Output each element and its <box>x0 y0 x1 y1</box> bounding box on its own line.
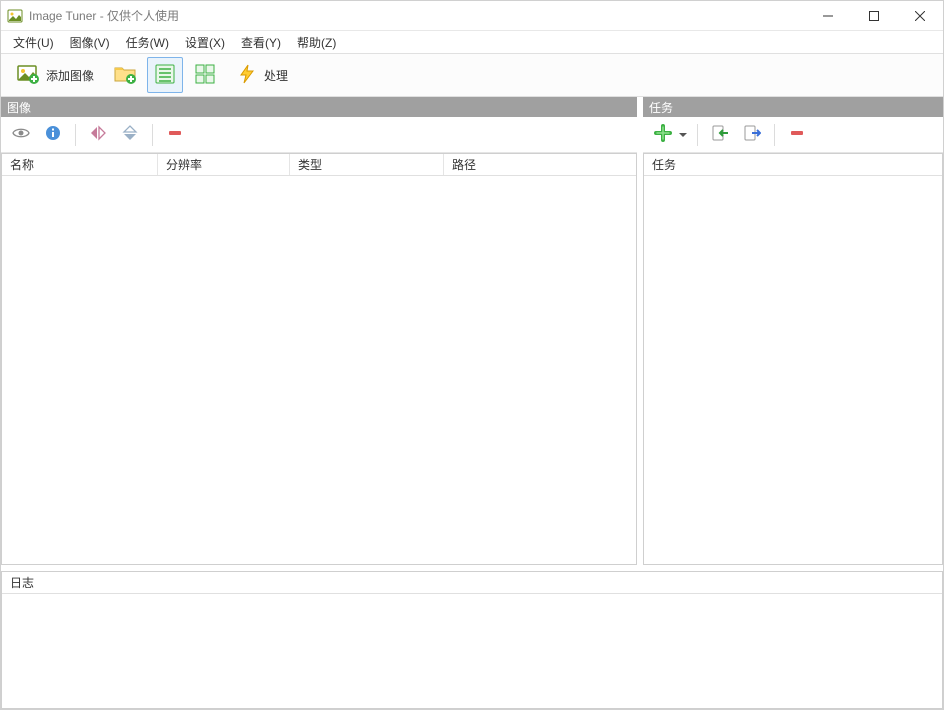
tasks-pane: 任务 <box>643 153 943 565</box>
add-image-icon <box>16 62 40 89</box>
flip-vertical-icon <box>121 124 139 145</box>
tasks-pane-toolbar <box>643 117 943 153</box>
column-resolution[interactable]: 分辨率 <box>158 154 290 175</box>
log-body[interactable] <box>2 594 942 708</box>
tasks-list-body[interactable] <box>644 176 942 564</box>
menu-settings[interactable]: 设置(X) <box>177 32 233 53</box>
pane-toolbars <box>1 117 943 153</box>
separator <box>75 124 76 146</box>
flip-horizontal-icon <box>89 124 107 145</box>
remove-icon <box>789 125 805 144</box>
lightning-icon <box>236 63 258 88</box>
separator <box>152 124 153 146</box>
images-pane: 名称 分辨率 类型 路径 <box>1 153 637 565</box>
content-row: 名称 分辨率 类型 路径 任务 <box>1 153 943 565</box>
process-button[interactable]: 处理 <box>227 57 297 93</box>
separator <box>774 124 775 146</box>
remove-icon <box>167 125 183 144</box>
import-icon <box>711 124 729 145</box>
folder-add-icon <box>113 62 137 89</box>
menu-view[interactable]: 查看(Y) <box>233 32 289 53</box>
remove-task-button[interactable] <box>783 121 811 149</box>
menu-help[interactable]: 帮助(Z) <box>289 32 344 53</box>
remove-image-button[interactable] <box>161 121 189 149</box>
images-column-headers: 名称 分辨率 类型 路径 <box>2 154 636 176</box>
add-image-label: 添加图像 <box>46 67 94 84</box>
plus-icon <box>654 124 672 145</box>
export-tasks-button[interactable] <box>738 121 766 149</box>
view-thumbnails-button[interactable] <box>187 57 223 93</box>
maximize-button[interactable] <box>851 1 897 31</box>
export-icon <box>743 124 761 145</box>
column-name[interactable]: 名称 <box>2 154 158 175</box>
main-toolbar: 添加图像 <box>1 53 943 97</box>
info-icon <box>44 124 62 145</box>
app-window: Image Tuner - 仅供个人使用 文件(U) 图像(V) 任务(W) 设… <box>0 0 944 710</box>
view-list-button[interactable] <box>147 57 183 93</box>
section-headers: 图像 任务 <box>1 97 943 117</box>
images-pane-toolbar <box>1 117 637 153</box>
tasks-section-header: 任务 <box>643 97 943 117</box>
titlebar: Image Tuner - 仅供个人使用 <box>1 1 943 31</box>
flip-horizontal-button[interactable] <box>84 121 112 149</box>
column-path[interactable]: 路径 <box>444 154 636 175</box>
add-image-button[interactable]: 添加图像 <box>7 57 103 93</box>
menubar: 文件(U) 图像(V) 任务(W) 设置(X) 查看(Y) 帮助(Z) <box>1 31 943 53</box>
window-title: Image Tuner - 仅供个人使用 <box>29 7 179 24</box>
add-task-dropdown[interactable] <box>677 121 689 149</box>
add-task-button[interactable] <box>649 121 677 149</box>
info-button[interactable] <box>39 121 67 149</box>
app-icon <box>7 8 23 24</box>
preview-button[interactable] <box>7 121 35 149</box>
tasks-column-header[interactable]: 任务 <box>644 154 942 176</box>
column-type[interactable]: 类型 <box>290 154 444 175</box>
grid-view-icon <box>194 63 216 88</box>
images-list-body[interactable] <box>2 176 636 564</box>
minimize-button[interactable] <box>805 1 851 31</box>
separator <box>697 124 698 146</box>
menu-tasks[interactable]: 任务(W) <box>118 32 177 53</box>
process-label: 处理 <box>264 67 288 84</box>
flip-vertical-button[interactable] <box>116 121 144 149</box>
log-pane: 日志 <box>1 571 943 709</box>
close-button[interactable] <box>897 1 943 31</box>
menu-file[interactable]: 文件(U) <box>5 32 62 53</box>
images-section-header: 图像 <box>1 97 637 117</box>
list-view-icon <box>154 63 176 88</box>
log-header[interactable]: 日志 <box>2 572 942 594</box>
chevron-down-icon <box>679 128 687 142</box>
eye-icon <box>12 124 30 145</box>
add-folder-button[interactable] <box>107 57 143 93</box>
menu-image[interactable]: 图像(V) <box>62 32 118 53</box>
import-tasks-button[interactable] <box>706 121 734 149</box>
